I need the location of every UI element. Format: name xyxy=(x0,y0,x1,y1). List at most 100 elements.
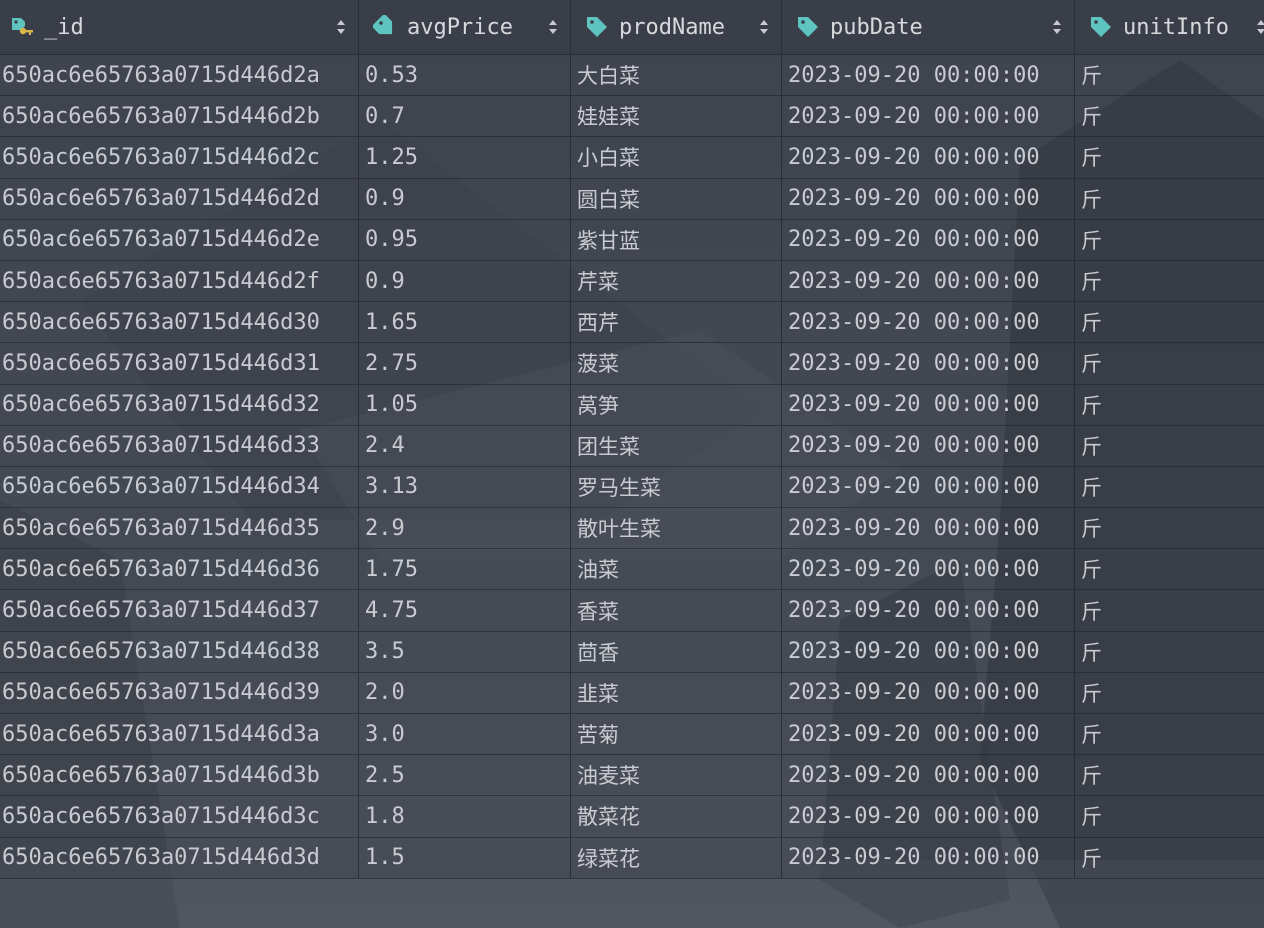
cell-avgprice[interactable]: 1.8 xyxy=(359,796,571,837)
table-row[interactable]: 650ac6e65763a0715d446d3a 3.0 苦菊 2023-09-20 … xyxy=(0,714,1264,756)
cell-unitinfo[interactable]: 斤 xyxy=(1075,632,1264,672)
cell-prodname[interactable]: 油菜 xyxy=(571,549,782,590)
cell-unitinfo[interactable]: 斤 xyxy=(1075,549,1264,589)
cell-pubdate[interactable]: 2023-09-20 00:00:00 xyxy=(782,343,1075,384)
table-row[interactable]: 650ac6e65763a0715d446d32 1.05 莴笋 2023-09-20… xyxy=(0,384,1264,426)
cell-unitinfo[interactable]: 斤 xyxy=(1075,838,1264,878)
cell-pubdate[interactable]: 2023-09-20 00:00:00 xyxy=(782,384,1075,425)
cell-avgprice[interactable]: 1.25 xyxy=(359,137,571,178)
cell-unitinfo[interactable]: 斤 xyxy=(1075,261,1264,301)
cell-pubdate[interactable]: 2023-09-20 00:00:00 xyxy=(782,714,1075,755)
table-row[interactable]: 650ac6e65763a0715d446d2a 0.53 大白菜 2023-09-2… xyxy=(0,55,1264,97)
cell-id[interactable]: 650ac6e65763a0715d446d33 xyxy=(0,425,359,466)
table-row[interactable]: 650ac6e65763a0715d446d35 2.9 散叶生菜 2023-09-2… xyxy=(0,508,1264,550)
table-row[interactable]: 650ac6e65763a0715d446d2e 0.95 紫甘蓝 2023-09-2… xyxy=(0,219,1264,261)
cell-avgprice[interactable]: 1.65 xyxy=(359,302,571,343)
cell-avgprice[interactable]: 2.9 xyxy=(359,508,571,549)
cell-prodname[interactable]: 芹菜 xyxy=(571,260,782,302)
cell-prodname[interactable]: 油麦菜 xyxy=(571,755,782,796)
cell-id[interactable]: 650ac6e65763a0715d446d37 xyxy=(0,590,359,631)
sort-icon[interactable] xyxy=(336,17,346,37)
cell-avgprice[interactable]: 1.5 xyxy=(359,837,571,878)
cell-prodname[interactable]: 团生菜 xyxy=(571,425,782,466)
cell-prodname[interactable]: 菠菜 xyxy=(571,343,782,384)
cell-prodname[interactable]: 苦菊 xyxy=(571,714,782,755)
cell-unitinfo[interactable]: 斤 xyxy=(1075,508,1264,548)
cell-unitinfo[interactable]: 斤 xyxy=(1075,796,1264,836)
cell-unitinfo[interactable]: 斤 xyxy=(1075,755,1264,795)
table-row[interactable]: 650ac6e65763a0715d446d3d 1.5 绿菜花 2023-09-20… xyxy=(0,837,1264,879)
cell-prodname[interactable]: 香菜 xyxy=(571,590,782,631)
cell-id[interactable]: 650ac6e65763a0715d446d32 xyxy=(0,384,359,425)
cell-unitinfo[interactable]: 斤 xyxy=(1075,467,1264,507)
cell-prodname[interactable]: 圆白菜 xyxy=(571,178,782,219)
cell-avgprice[interactable]: 3.13 xyxy=(359,466,571,508)
cell-pubdate[interactable]: 2023-09-20 00:00:00 xyxy=(782,425,1075,466)
cell-avgprice[interactable]: 4.75 xyxy=(359,590,571,631)
cell-avgprice[interactable]: 1.05 xyxy=(359,384,571,425)
cell-avgprice[interactable]: 1.75 xyxy=(359,549,571,590)
table-row[interactable]: 650ac6e65763a0715d446d34 3.13 罗马生菜 2023-09-… xyxy=(0,466,1264,509)
cell-id[interactable]: 650ac6e65763a0715d446d2b xyxy=(0,96,359,137)
cell-avgprice[interactable]: 0.7 xyxy=(359,96,571,137)
cell-unitinfo[interactable]: 斤 xyxy=(1075,714,1264,754)
cell-prodname[interactable]: 西芹 xyxy=(571,302,782,343)
sort-icon[interactable] xyxy=(1052,17,1062,37)
cell-id[interactable]: 650ac6e65763a0715d446d3b xyxy=(0,755,359,796)
table-row[interactable]: 650ac6e65763a0715d446d2b 0.7 娃娃菜 2023-09-20… xyxy=(0,96,1264,138)
cell-prodname[interactable]: 大白菜 xyxy=(571,55,782,96)
cell-unitinfo[interactable]: 斤 xyxy=(1075,302,1264,342)
cell-unitinfo[interactable]: 斤 xyxy=(1075,426,1264,466)
column-header-id[interactable]: _id xyxy=(0,0,359,54)
cell-pubdate[interactable]: 2023-09-20 00:00:00 xyxy=(782,55,1075,96)
cell-pubdate[interactable]: 2023-09-20 00:00:00 xyxy=(782,466,1075,508)
table-row[interactable]: 650ac6e65763a0715d446d33 2.4 团生菜 2023-09-20… xyxy=(0,425,1264,467)
cell-id[interactable]: 650ac6e65763a0715d446d2e xyxy=(0,219,359,260)
cell-prodname[interactable]: 散菜花 xyxy=(571,796,782,837)
cell-unitinfo[interactable]: 斤 xyxy=(1075,179,1264,219)
cell-id[interactable]: 650ac6e65763a0715d446d2d xyxy=(0,178,359,219)
cell-unitinfo[interactable]: 斤 xyxy=(1075,673,1264,713)
table-row[interactable]: 650ac6e65763a0715d446d39 2.0 韭菜 2023-09-20 … xyxy=(0,672,1264,714)
cell-id[interactable]: 650ac6e65763a0715d446d2f xyxy=(0,260,359,302)
cell-avgprice[interactable]: 0.9 xyxy=(359,178,571,219)
cell-pubdate[interactable]: 2023-09-20 00:00:00 xyxy=(782,302,1075,343)
cell-avgprice[interactable]: 2.5 xyxy=(359,755,571,796)
cell-id[interactable]: 650ac6e65763a0715d446d30 xyxy=(0,302,359,343)
cell-avgprice[interactable]: 2.75 xyxy=(359,343,571,384)
sort-icon[interactable] xyxy=(548,17,558,37)
cell-pubdate[interactable]: 2023-09-20 00:00:00 xyxy=(782,96,1075,137)
cell-pubdate[interactable]: 2023-09-20 00:00:00 xyxy=(782,837,1075,878)
cell-unitinfo[interactable]: 斤 xyxy=(1075,343,1264,383)
cell-id[interactable]: 650ac6e65763a0715d446d2c xyxy=(0,137,359,178)
cell-id[interactable]: 650ac6e65763a0715d446d38 xyxy=(0,631,359,672)
cell-avgprice[interactable]: 2.0 xyxy=(359,672,571,713)
cell-unitinfo[interactable]: 斤 xyxy=(1075,96,1264,136)
cell-id[interactable]: 650ac6e65763a0715d446d3c xyxy=(0,796,359,837)
column-header-avgprice[interactable]: avgPrice xyxy=(359,0,571,54)
cell-pubdate[interactable]: 2023-09-20 00:00:00 xyxy=(782,137,1075,178)
cell-id[interactable]: 650ac6e65763a0715d446d39 xyxy=(0,672,359,713)
cell-avgprice[interactable]: 0.95 xyxy=(359,219,571,260)
table-row[interactable]: 650ac6e65763a0715d446d2c 1.25 小白菜 2023-09-2… xyxy=(0,137,1264,179)
column-header-pubdate[interactable]: pubDate xyxy=(782,0,1075,54)
cell-unitinfo[interactable]: 斤 xyxy=(1075,220,1264,260)
cell-unitinfo[interactable]: 斤 xyxy=(1075,590,1264,630)
cell-pubdate[interactable]: 2023-09-20 00:00:00 xyxy=(782,178,1075,219)
cell-pubdate[interactable]: 2023-09-20 00:00:00 xyxy=(782,755,1075,796)
cell-pubdate[interactable]: 2023-09-20 00:00:00 xyxy=(782,590,1075,631)
cell-id[interactable]: 650ac6e65763a0715d446d31 xyxy=(0,343,359,384)
table-row[interactable]: 650ac6e65763a0715d446d37 4.75 香菜 2023-09-20… xyxy=(0,590,1264,632)
cell-pubdate[interactable]: 2023-09-20 00:00:00 xyxy=(782,508,1075,549)
cell-avgprice[interactable]: 3.0 xyxy=(359,714,571,755)
table-row[interactable]: 650ac6e65763a0715d446d2d 0.9 圆白菜 2023-09-20… xyxy=(0,178,1264,220)
cell-pubdate[interactable]: 2023-09-20 00:00:00 xyxy=(782,260,1075,302)
cell-avgprice[interactable]: 3.5 xyxy=(359,631,571,672)
cell-pubdate[interactable]: 2023-09-20 00:00:00 xyxy=(782,672,1075,713)
table-row[interactable]: 650ac6e65763a0715d446d3c 1.8 散菜花 2023-09-20… xyxy=(0,796,1264,838)
cell-unitinfo[interactable]: 斤 xyxy=(1075,385,1264,425)
cell-avgprice[interactable]: 0.53 xyxy=(359,55,571,96)
cell-prodname[interactable]: 小白菜 xyxy=(571,137,782,178)
column-header-unitinfo[interactable]: unitInfo xyxy=(1075,0,1264,54)
cell-prodname[interactable]: 紫甘蓝 xyxy=(571,219,782,260)
